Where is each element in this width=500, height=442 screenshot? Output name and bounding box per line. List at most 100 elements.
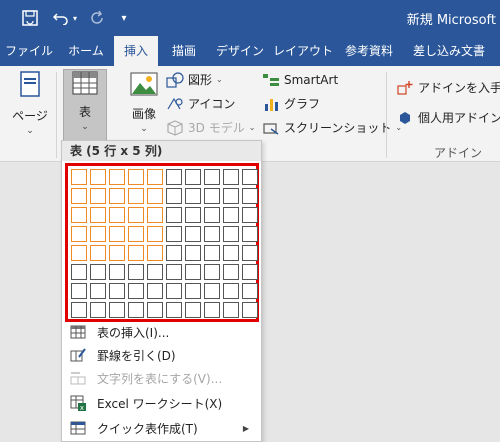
table-grid-cell[interactable] xyxy=(223,245,239,261)
table-grid-cell[interactable] xyxy=(204,226,220,242)
table-grid-cell[interactable] xyxy=(71,169,87,185)
table-grid-cell[interactable] xyxy=(166,283,182,299)
my-addins-button[interactable]: 個人用アドイン xyxy=(396,108,500,128)
table-grid-cell[interactable] xyxy=(71,302,87,318)
table-grid-cell[interactable] xyxy=(204,169,220,185)
smartart-button[interactable]: SmartArt xyxy=(262,70,338,90)
table-button[interactable]: 表 ⌄ xyxy=(63,70,107,132)
3d-models-button[interactable]: 3D モデル ⌄ xyxy=(166,118,255,138)
table-grid-cell[interactable] xyxy=(185,245,201,261)
table-grid-cell[interactable] xyxy=(71,245,87,261)
table-grid-cell[interactable] xyxy=(242,207,258,223)
table-grid-cell[interactable] xyxy=(166,188,182,204)
quick-tables-menu-item[interactable]: クイック表作成(T) ▶ xyxy=(62,417,261,439)
tab-layout[interactable]: レイアウト xyxy=(270,36,336,66)
table-grid-cell[interactable] xyxy=(128,226,144,242)
table-grid-cell[interactable] xyxy=(166,207,182,223)
table-grid-cell[interactable] xyxy=(71,283,87,299)
table-grid-cell[interactable] xyxy=(147,264,163,280)
table-grid-cell[interactable] xyxy=(185,302,201,318)
table-grid-cell[interactable] xyxy=(128,207,144,223)
table-grid-cell[interactable] xyxy=(90,264,106,280)
table-grid-cell[interactable] xyxy=(147,169,163,185)
table-grid-cell[interactable] xyxy=(109,302,125,318)
table-grid-cell[interactable] xyxy=(204,302,220,318)
table-grid-cell[interactable] xyxy=(128,188,144,204)
table-grid-cell[interactable] xyxy=(223,226,239,242)
table-grid-cell[interactable] xyxy=(90,188,106,204)
customize-toolbar-icon[interactable]: ▾ xyxy=(118,8,130,28)
table-grid-cell[interactable] xyxy=(71,264,87,280)
draw-table-menu-item[interactable]: 罫線を引く(D) xyxy=(62,344,261,366)
table-grid-cell[interactable] xyxy=(147,226,163,242)
table-grid-cell[interactable] xyxy=(109,245,125,261)
table-grid-cell[interactable] xyxy=(109,169,125,185)
table-grid-cell[interactable] xyxy=(166,264,182,280)
table-grid-cell[interactable] xyxy=(185,264,201,280)
table-grid-cell[interactable] xyxy=(185,226,201,242)
insert-table-menu-item[interactable]: 表の挿入(I)... xyxy=(62,321,261,343)
table-grid-cell[interactable] xyxy=(128,264,144,280)
table-grid-cell[interactable] xyxy=(223,302,239,318)
table-grid-cell[interactable] xyxy=(147,207,163,223)
table-grid-cell[interactable] xyxy=(109,283,125,299)
screenshot-button[interactable]: スクリーンショット ⌄ xyxy=(262,118,402,138)
table-grid-cell[interactable] xyxy=(204,283,220,299)
tab-file[interactable]: ファイル xyxy=(4,36,54,66)
table-grid-cell[interactable] xyxy=(166,245,182,261)
table-grid-cell[interactable] xyxy=(109,264,125,280)
table-grid-cell[interactable] xyxy=(71,207,87,223)
table-grid-cell[interactable] xyxy=(242,283,258,299)
icons-button[interactable]: アイコン xyxy=(166,94,235,114)
table-grid-cell[interactable] xyxy=(185,188,201,204)
tab-design[interactable]: デザイン xyxy=(210,36,270,66)
table-grid-cell[interactable] xyxy=(223,169,239,185)
table-grid-cell[interactable] xyxy=(90,226,106,242)
table-grid-cell[interactable] xyxy=(204,245,220,261)
table-grid-cell[interactable] xyxy=(128,245,144,261)
table-grid-cell[interactable] xyxy=(242,302,258,318)
tab-references[interactable]: 参考資料 xyxy=(338,36,400,66)
table-grid-cell[interactable] xyxy=(90,302,106,318)
table-grid-cell[interactable] xyxy=(90,207,106,223)
chart-button[interactable]: グラフ xyxy=(262,94,320,114)
table-grid-cell[interactable] xyxy=(71,188,87,204)
redo-icon[interactable] xyxy=(88,8,106,28)
save-icon[interactable] xyxy=(20,8,40,28)
table-grid-cell[interactable] xyxy=(242,169,258,185)
undo-dropdown-icon[interactable]: ▾ xyxy=(70,8,80,28)
table-grid-cell[interactable] xyxy=(128,169,144,185)
table-grid-cell[interactable] xyxy=(147,302,163,318)
table-grid-cell[interactable] xyxy=(166,302,182,318)
table-grid-cell[interactable] xyxy=(242,245,258,261)
table-grid-cell[interactable] xyxy=(147,245,163,261)
table-grid-cell[interactable] xyxy=(242,188,258,204)
table-grid-cell[interactable] xyxy=(223,207,239,223)
table-grid-cell[interactable] xyxy=(90,169,106,185)
table-grid-cell[interactable] xyxy=(204,207,220,223)
table-grid-cell[interactable] xyxy=(147,283,163,299)
table-grid-cell[interactable] xyxy=(90,283,106,299)
convert-text-menu-item[interactable]: 文字列を表にする(V)... xyxy=(62,367,261,389)
table-grid-cell[interactable] xyxy=(185,207,201,223)
get-addins-button[interactable]: アドインを入手 xyxy=(396,78,500,98)
tab-draw[interactable]: 描画 xyxy=(164,36,204,66)
table-grid-cell[interactable] xyxy=(109,188,125,204)
pages-button[interactable]: ページ ⌄ xyxy=(8,70,52,136)
table-grid-cell[interactable] xyxy=(242,226,258,242)
table-grid-cell[interactable] xyxy=(109,207,125,223)
table-grid-cell[interactable] xyxy=(128,283,144,299)
image-button[interactable]: 画像 ⌄ xyxy=(124,70,164,134)
table-grid-cell[interactable] xyxy=(204,264,220,280)
tab-home[interactable]: ホーム xyxy=(62,36,110,66)
table-grid-cell[interactable] xyxy=(185,169,201,185)
excel-sheet-menu-item[interactable]: x Excel ワークシート(X) xyxy=(62,392,261,414)
table-grid-cell[interactable] xyxy=(204,188,220,204)
table-grid-cell[interactable] xyxy=(223,264,239,280)
table-grid-cell[interactable] xyxy=(223,283,239,299)
table-grid-cell[interactable] xyxy=(185,283,201,299)
shapes-button[interactable]: 図形 ⌄ xyxy=(166,70,223,90)
table-grid-cell[interactable] xyxy=(109,226,125,242)
table-grid-cell[interactable] xyxy=(128,302,144,318)
undo-icon[interactable] xyxy=(52,8,70,28)
